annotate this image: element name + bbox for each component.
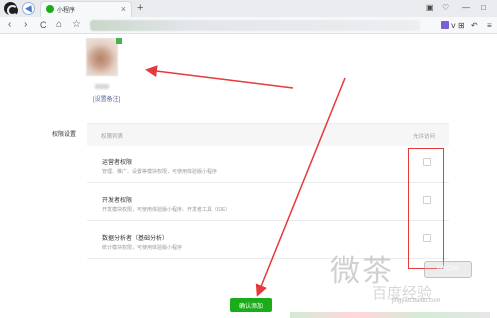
tab-bar: 小程序 × + ▣ ♡ — □ [0,0,497,17]
url-field[interactable] [90,20,420,31]
watermark-badge: WECHA [424,261,472,278]
permissions-table: 权限列表 允许访问 运营者权限 管理、推广、设置等模块权限，可使用体验版小程序 … [87,123,449,264]
home-icon[interactable]: ⌂ [56,19,62,31]
bottom-strip [290,312,490,318]
favorite-icon[interactable]: ♡ [442,3,449,13]
table-header: 权限列表 允许访问 [87,124,449,146]
row-description: 统计模块权限，可使用体验版小程序 [102,245,183,251]
address-bar: ‹ › C ⌂ ☆ ⅴ ⊞ ↶ ≡ [0,17,497,34]
arrow-to-avatar [145,65,294,89]
window-mode-icon[interactable]: ▣ [426,3,434,13]
menu-icon[interactable]: ≡ [487,20,492,31]
table-row-operator: 运营者权限 管理、推广、设置等模块权限，可使用体验版小程序 [87,146,449,183]
tab-close-icon[interactable]: × [121,3,126,15]
permissions-section-label: 权限设置 [52,132,77,138]
new-tab-icon[interactable]: + [137,1,143,15]
tab-title: 小程序 [57,8,76,14]
row-title: 运营者权限 [102,160,133,166]
dropdown-icon[interactable]: ⅴ [451,20,456,31]
grid-icon[interactable]: ⊞ [458,20,465,31]
nickname-blurred [95,84,109,89]
row-description: 管理、推广、设置等模块权限，可使用体验版小程序 [102,169,218,175]
confirm-add-button[interactable]: 确认添加 [230,298,272,312]
reload-icon[interactable]: C [40,19,47,31]
column-permission-list: 权限列表 [101,134,124,140]
tab-mini-program[interactable]: 小程序 × [40,1,132,17]
minimize-icon[interactable]: — [462,3,470,13]
row-title: 数据分析者（基础分析） [102,236,169,242]
back-icon[interactable]: ‹ [8,19,11,31]
avatar-badge [116,38,122,44]
table-row-analyst: 数据分析者（基础分析） 统计模块权限，可使用体验版小程序 [87,222,449,259]
annotation-highlight-box [408,148,444,269]
browser-logo-icon[interactable] [4,2,18,16]
forward-icon[interactable]: › [24,19,27,31]
row-description: 开发模块权限，可使用体验版小程序、开发者工具（IDE） [102,207,231,213]
extension-icon[interactable] [441,21,449,29]
watermark-url: jingyan.baidu.com [392,298,441,304]
set-remark-link[interactable]: [设置备注] [93,94,120,103]
bookmark-star-icon[interactable]: ☆ [72,19,81,31]
row-title: 开发者权限 [102,198,133,204]
tab-favicon-icon [46,5,54,13]
undo-icon[interactable]: ↶ [471,20,478,31]
maximize-icon[interactable]: □ [481,3,486,13]
column-allow-access: 允许访问 [412,134,435,140]
table-row-developer: 开发者权限 开发模块权限，可使用体验版小程序、开发者工具（IDE） [87,184,449,221]
avatar [86,38,118,76]
navigation-icon[interactable] [22,2,35,15]
